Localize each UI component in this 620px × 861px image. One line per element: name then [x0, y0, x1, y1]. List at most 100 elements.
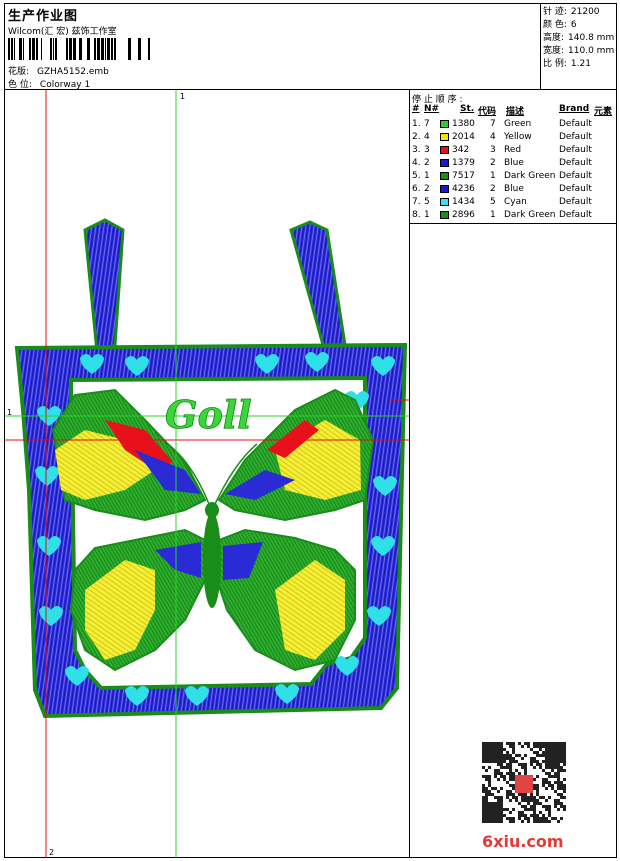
qr-module	[530, 796, 533, 799]
qr-module	[518, 817, 521, 820]
qr-module	[494, 817, 497, 820]
qr-module	[536, 820, 539, 823]
row-needle: 5	[424, 197, 430, 207]
qr-module	[536, 745, 539, 748]
barcode-bar	[94, 38, 96, 60]
qr-module	[512, 820, 515, 823]
qr-module	[548, 805, 551, 808]
qr-module	[497, 769, 500, 772]
qr-module	[539, 817, 542, 820]
qr-module	[560, 796, 563, 799]
qr-module	[500, 742, 503, 745]
qr-module	[557, 763, 560, 766]
qr-module	[482, 799, 485, 802]
qr-module	[545, 754, 548, 757]
production-sheet: 生产作业图 Wilcom(汇 宏) 兹饰工作室 花版: GZHA5152.emb …	[4, 3, 617, 858]
qr-module	[500, 787, 503, 790]
design-row: 花版: GZHA5152.emb	[8, 64, 109, 77]
qr-module	[512, 772, 515, 775]
qr-module	[488, 811, 491, 814]
qr-module	[539, 748, 542, 751]
qr-module	[524, 805, 527, 808]
qr-module	[524, 766, 527, 769]
qr-module	[491, 811, 494, 814]
qr-module	[545, 778, 548, 781]
barcode-bar	[69, 38, 72, 60]
row-desc: Yellow	[504, 132, 532, 142]
qr-module	[542, 796, 545, 799]
qr-module	[506, 751, 509, 754]
row-num: 6.	[412, 184, 421, 194]
qr-module	[524, 817, 527, 820]
qr-module	[485, 760, 488, 763]
col-stitches: St.	[460, 104, 475, 114]
qr-module	[563, 778, 566, 781]
qr-module	[557, 757, 560, 760]
color-swatch	[440, 146, 449, 154]
qr-module	[494, 787, 497, 790]
qr-module	[488, 742, 491, 745]
qr-module	[500, 757, 503, 760]
qr-module	[551, 766, 554, 769]
qr-module	[524, 769, 527, 772]
spec-stitches: 针 迹: 21200	[543, 7, 600, 17]
qr-module	[536, 790, 539, 793]
qr-module	[506, 742, 509, 745]
qr-module	[551, 769, 554, 772]
row-desc: Red	[504, 145, 522, 155]
qr-module	[551, 754, 554, 757]
qr-module	[548, 754, 551, 757]
stop-row: 3. 3 342 3 Red Default	[410, 144, 616, 157]
qr-logo	[515, 775, 533, 793]
barcode-bar	[105, 38, 106, 60]
qr-module	[542, 817, 545, 820]
qr-module	[503, 766, 506, 769]
qr-module	[500, 775, 503, 778]
barcode-bar	[87, 38, 90, 60]
qr-module	[491, 793, 494, 796]
qr-module	[509, 745, 512, 748]
qr-module	[491, 817, 494, 820]
qr-module	[500, 799, 503, 802]
qr-module	[494, 760, 497, 763]
qr-module	[506, 757, 509, 760]
qr-module	[482, 745, 485, 748]
qr-module	[548, 814, 551, 817]
qr-module	[497, 808, 500, 811]
color-swatch	[440, 159, 449, 167]
qr-module	[530, 805, 533, 808]
qr-module	[530, 814, 533, 817]
qr-module	[488, 760, 491, 763]
qr-module	[485, 808, 488, 811]
qr-module	[482, 817, 485, 820]
qr-module	[509, 793, 512, 796]
color-swatch	[440, 211, 449, 219]
qr-module	[521, 805, 524, 808]
qr-module	[491, 745, 494, 748]
qr-module	[557, 769, 560, 772]
qr-module	[485, 793, 488, 796]
qr-module	[545, 820, 548, 823]
qr-module	[500, 772, 503, 775]
qr-module	[512, 745, 515, 748]
qr-module	[527, 820, 530, 823]
stop-row: 7. 5 1434 5 Cyan Default	[410, 196, 616, 209]
qr-module	[497, 814, 500, 817]
qr-module	[563, 742, 566, 745]
qr-module	[542, 760, 545, 763]
qr-module	[560, 766, 563, 769]
qr-module	[539, 811, 542, 814]
qr-module	[503, 775, 506, 778]
qr-module	[563, 805, 566, 808]
barcode-bar	[73, 38, 76, 60]
row-num: 1.	[412, 119, 421, 129]
qr-module	[497, 763, 500, 766]
qr-module	[506, 790, 509, 793]
qr-module	[548, 745, 551, 748]
qr-module	[557, 748, 560, 751]
qr-module	[503, 808, 506, 811]
qr-module	[554, 799, 557, 802]
qr-module	[557, 751, 560, 754]
qr-module	[545, 745, 548, 748]
qr-module	[536, 802, 539, 805]
